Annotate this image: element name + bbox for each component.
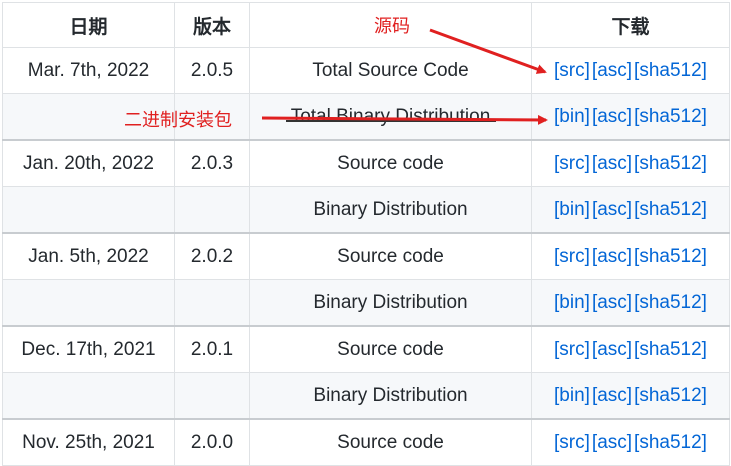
download-link-asc[interactable]: [asc] <box>592 246 632 267</box>
version-cell: 2.0.0 <box>174 418 250 466</box>
download-links-cell: [bin] [asc] [sha512] <box>531 279 730 327</box>
download-link-sha512[interactable]: [sha512] <box>634 339 707 360</box>
download-link-bin[interactable]: [bin] <box>554 199 590 220</box>
date-cell <box>2 372 175 420</box>
download-links-cell: [src] [asc] [sha512] <box>531 418 730 466</box>
download-link-sha512[interactable]: [sha512] <box>634 153 707 174</box>
table-row: Binary Distribution [bin] [asc] [sha512] <box>2 186 730 234</box>
date-cell <box>2 279 175 327</box>
description-cell: Binary Distribution <box>249 372 532 420</box>
description-cell: Source code <box>249 139 532 187</box>
version-cell: 2.0.1 <box>174 325 250 373</box>
version-cell <box>174 186 250 234</box>
download-links-cell: [src] [asc] [sha512] <box>531 139 730 187</box>
table-row: Jan. 20th, 2022 2.0.3 Source code [src] [asc… <box>2 139 730 187</box>
download-link-asc[interactable]: [asc] <box>592 292 632 313</box>
version-cell: 2.0.2 <box>174 232 250 280</box>
downloads-table: 日期 版本 下载 Mar. 7th, 2022 2.0.5 Total Source… <box>2 2 730 466</box>
download-links-cell: [src] [asc] [sha512] <box>531 325 730 373</box>
date-cell: Nov. 25th, 2021 <box>2 418 175 466</box>
download-link-asc[interactable]: [asc] <box>592 199 632 220</box>
version-cell <box>174 279 250 327</box>
download-link-sha512[interactable]: [sha512] <box>634 106 707 127</box>
table-row: Binary Distribution [bin] [asc] [sha512] <box>2 279 730 327</box>
description-cell: Total Binary Distribution <box>249 93 532 141</box>
download-link-sha512[interactable]: [sha512] <box>634 432 707 453</box>
table-row: Mar. 7th, 2022 2.0.5 Total Source Code [src… <box>2 47 730 94</box>
download-link-asc[interactable]: [asc] <box>592 153 632 174</box>
download-link-sha512[interactable]: [sha512] <box>634 292 707 313</box>
description-cell: Source code <box>249 418 532 466</box>
download-link-asc[interactable]: [asc] <box>592 106 632 127</box>
download-links-cell: [src] [asc] [sha512] <box>531 47 730 94</box>
header-download: 下载 <box>531 2 730 48</box>
date-cell: Jan. 5th, 2022 <box>2 232 175 280</box>
description-cell: Source code <box>249 232 532 280</box>
download-link-asc[interactable]: [asc] <box>592 339 632 360</box>
date-cell <box>2 186 175 234</box>
download-link-sha512[interactable]: [sha512] <box>634 385 707 406</box>
download-link-sha512[interactable]: [sha512] <box>634 199 707 220</box>
description-cell: Source code <box>249 325 532 373</box>
download-link-sha512[interactable]: [sha512] <box>634 60 707 81</box>
download-link-src[interactable]: [src] <box>554 246 590 267</box>
download-links-cell: [bin] [asc] [sha512] <box>531 186 730 234</box>
date-cell: Jan. 20th, 2022 <box>2 139 175 187</box>
table-row: Dec. 17th, 2021 2.0.1 Source code [src] [asc… <box>2 325 730 373</box>
download-link-asc[interactable]: [asc] <box>592 385 632 406</box>
download-link-asc[interactable]: [asc] <box>592 60 632 81</box>
download-links-cell: [src] [asc] [sha512] <box>531 232 730 280</box>
download-link-src[interactable]: [src] <box>554 153 590 174</box>
download-links-cell: [bin] [asc] [sha512] <box>531 372 730 420</box>
table-row: Jan. 5th, 2022 2.0.2 Source code [src] [asc]… <box>2 232 730 280</box>
strikethrough-line <box>286 120 496 122</box>
date-cell: Mar. 7th, 2022 <box>2 47 175 94</box>
annotation-binary-package: 二进制安装包 <box>124 110 232 130</box>
header-date: 日期 <box>2 2 175 48</box>
table-row: Binary Distribution [bin] [asc] [sha512] <box>2 372 730 420</box>
date-cell: Dec. 17th, 2021 <box>2 325 175 373</box>
description-cell: Binary Distribution <box>249 186 532 234</box>
download-link-sha512[interactable]: [sha512] <box>634 246 707 267</box>
download-link-src[interactable]: [src] <box>554 432 590 453</box>
download-link-src[interactable]: [src] <box>554 339 590 360</box>
annotation-source-code: 源码 <box>374 16 410 36</box>
header-row: 日期 版本 下载 <box>2 2 730 48</box>
download-link-bin[interactable]: [bin] <box>554 292 590 313</box>
download-links-cell: [bin] [asc] [sha512] <box>531 93 730 141</box>
table-row: Total Binary Distribution [bin] [asc] [sha5… <box>2 93 730 141</box>
description-cell: Binary Distribution <box>249 279 532 327</box>
download-link-bin[interactable]: [bin] <box>554 106 590 127</box>
download-link-bin[interactable]: [bin] <box>554 385 590 406</box>
header-version: 版本 <box>174 2 250 48</box>
download-link-src[interactable]: [src] <box>554 60 590 81</box>
version-cell <box>174 372 250 420</box>
version-cell: 2.0.5 <box>174 47 250 94</box>
description-cell: Total Source Code <box>249 47 532 94</box>
table-row: Nov. 25th, 2021 2.0.0 Source code [src] [asc… <box>2 418 730 466</box>
version-cell: 2.0.3 <box>174 139 250 187</box>
download-link-asc[interactable]: [asc] <box>592 432 632 453</box>
